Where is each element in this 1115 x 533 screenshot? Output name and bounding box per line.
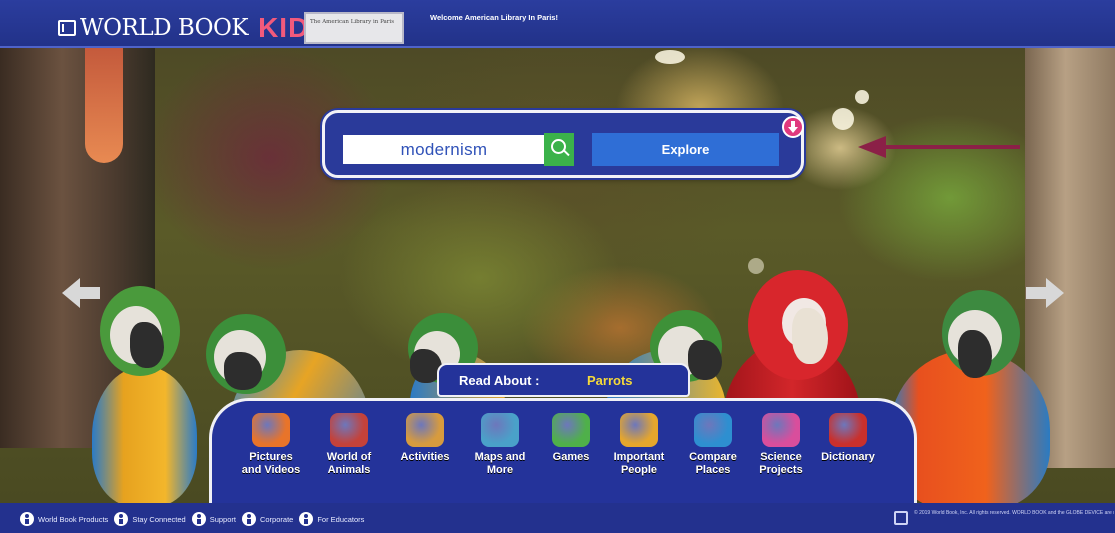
footer-link-label: Stay Connected xyxy=(132,514,186,524)
footer: World Book Products Stay Connected Suppo… xyxy=(0,503,1115,533)
map-icon xyxy=(481,413,519,447)
read-about-topic[interactable]: Parrots xyxy=(587,373,633,388)
book-az-icon xyxy=(829,413,867,447)
logo-world-book-text: WORLD BOOK xyxy=(80,15,249,41)
footer-link-label: World Book Products xyxy=(38,514,109,524)
nav-label: Important People xyxy=(613,451,665,476)
info-icon xyxy=(241,512,256,526)
section-navigation: Pictures and Videos World of Animals Act… xyxy=(209,398,917,506)
right-arrow-icon xyxy=(1046,278,1064,308)
nav-label: Pictures and Videos xyxy=(241,451,301,476)
nav-world-of-animals[interactable]: World of Animals xyxy=(308,413,390,503)
nav-important-people[interactable]: Important People xyxy=(598,413,680,503)
footer-link-corporate[interactable]: Corporate xyxy=(241,512,294,526)
annotation-arrow-line xyxy=(884,145,1020,149)
footer-link-for-educators[interactable]: For Educators xyxy=(299,512,364,526)
institution-name: The American Library in Paris xyxy=(310,19,395,25)
explore-button[interactable]: Explore xyxy=(592,133,779,166)
world-book-kids-logo[interactable]: WORLD BOOK KIDS xyxy=(58,12,329,44)
copyright-text: © 2019 World Book, Inc. All rights reser… xyxy=(914,510,1114,516)
parrot-blue-gold xyxy=(52,286,217,503)
nav-dictionary[interactable]: Dictionary xyxy=(807,413,889,503)
info-icon xyxy=(114,512,129,526)
institution-logo: The American Library in Paris xyxy=(304,12,404,44)
footer-link-support[interactable]: Support xyxy=(191,512,236,526)
nav-maps-and-more[interactable]: Maps and More xyxy=(459,413,541,503)
info-icon xyxy=(191,512,206,526)
globe-icon xyxy=(694,413,732,447)
nav-label: World of Animals xyxy=(326,451,372,476)
flask-icon xyxy=(762,413,800,447)
world-book-footer-logo-icon xyxy=(894,511,908,525)
read-about-banner[interactable]: Read About : Parrots xyxy=(437,363,690,397)
next-slide-arrow[interactable] xyxy=(1026,278,1064,308)
footer-link-stay-connected[interactable]: Stay Connected xyxy=(114,512,186,526)
nav-label: Dictionary xyxy=(821,451,875,463)
nav-activities[interactable]: Activities xyxy=(384,413,466,503)
camera-icon xyxy=(252,413,290,447)
footer-links: World Book Products Stay Connected Suppo… xyxy=(20,512,364,526)
search-input[interactable] xyxy=(341,133,547,166)
magnifier-person-icon xyxy=(620,413,658,447)
read-about-label: Read About : xyxy=(459,373,540,388)
red-leaf xyxy=(85,48,123,163)
previous-slide-arrow[interactable] xyxy=(62,278,100,308)
light-spot xyxy=(655,50,685,64)
annotation-arrow-head xyxy=(858,136,886,158)
welcome-message: Welcome American Library In Paris! xyxy=(430,13,558,22)
header: WORLD BOOK KIDS The American Library in … xyxy=(0,0,1115,48)
light-spot xyxy=(832,108,854,130)
download-arrow-icon[interactable] xyxy=(782,116,804,138)
footer-link-label: For Educators xyxy=(317,514,365,524)
palette-icon xyxy=(406,413,444,447)
footer-link-world-book-products[interactable]: World Book Products xyxy=(20,512,108,526)
light-spot xyxy=(855,90,869,104)
puzzle-icon xyxy=(552,413,590,447)
search-button[interactable] xyxy=(544,133,574,166)
info-icon xyxy=(299,512,314,526)
footer-link-label: Support xyxy=(209,514,236,524)
footer-link-label: Corporate xyxy=(259,514,294,524)
info-icon xyxy=(20,512,34,526)
book-logo-icon xyxy=(58,20,76,36)
nav-pictures-and-videos[interactable]: Pictures and Videos xyxy=(230,413,312,503)
nav-label: Activities xyxy=(400,451,450,463)
nav-label: Maps and More xyxy=(474,451,526,476)
search-panel: Explore xyxy=(322,110,804,178)
animals-icon xyxy=(330,413,368,447)
